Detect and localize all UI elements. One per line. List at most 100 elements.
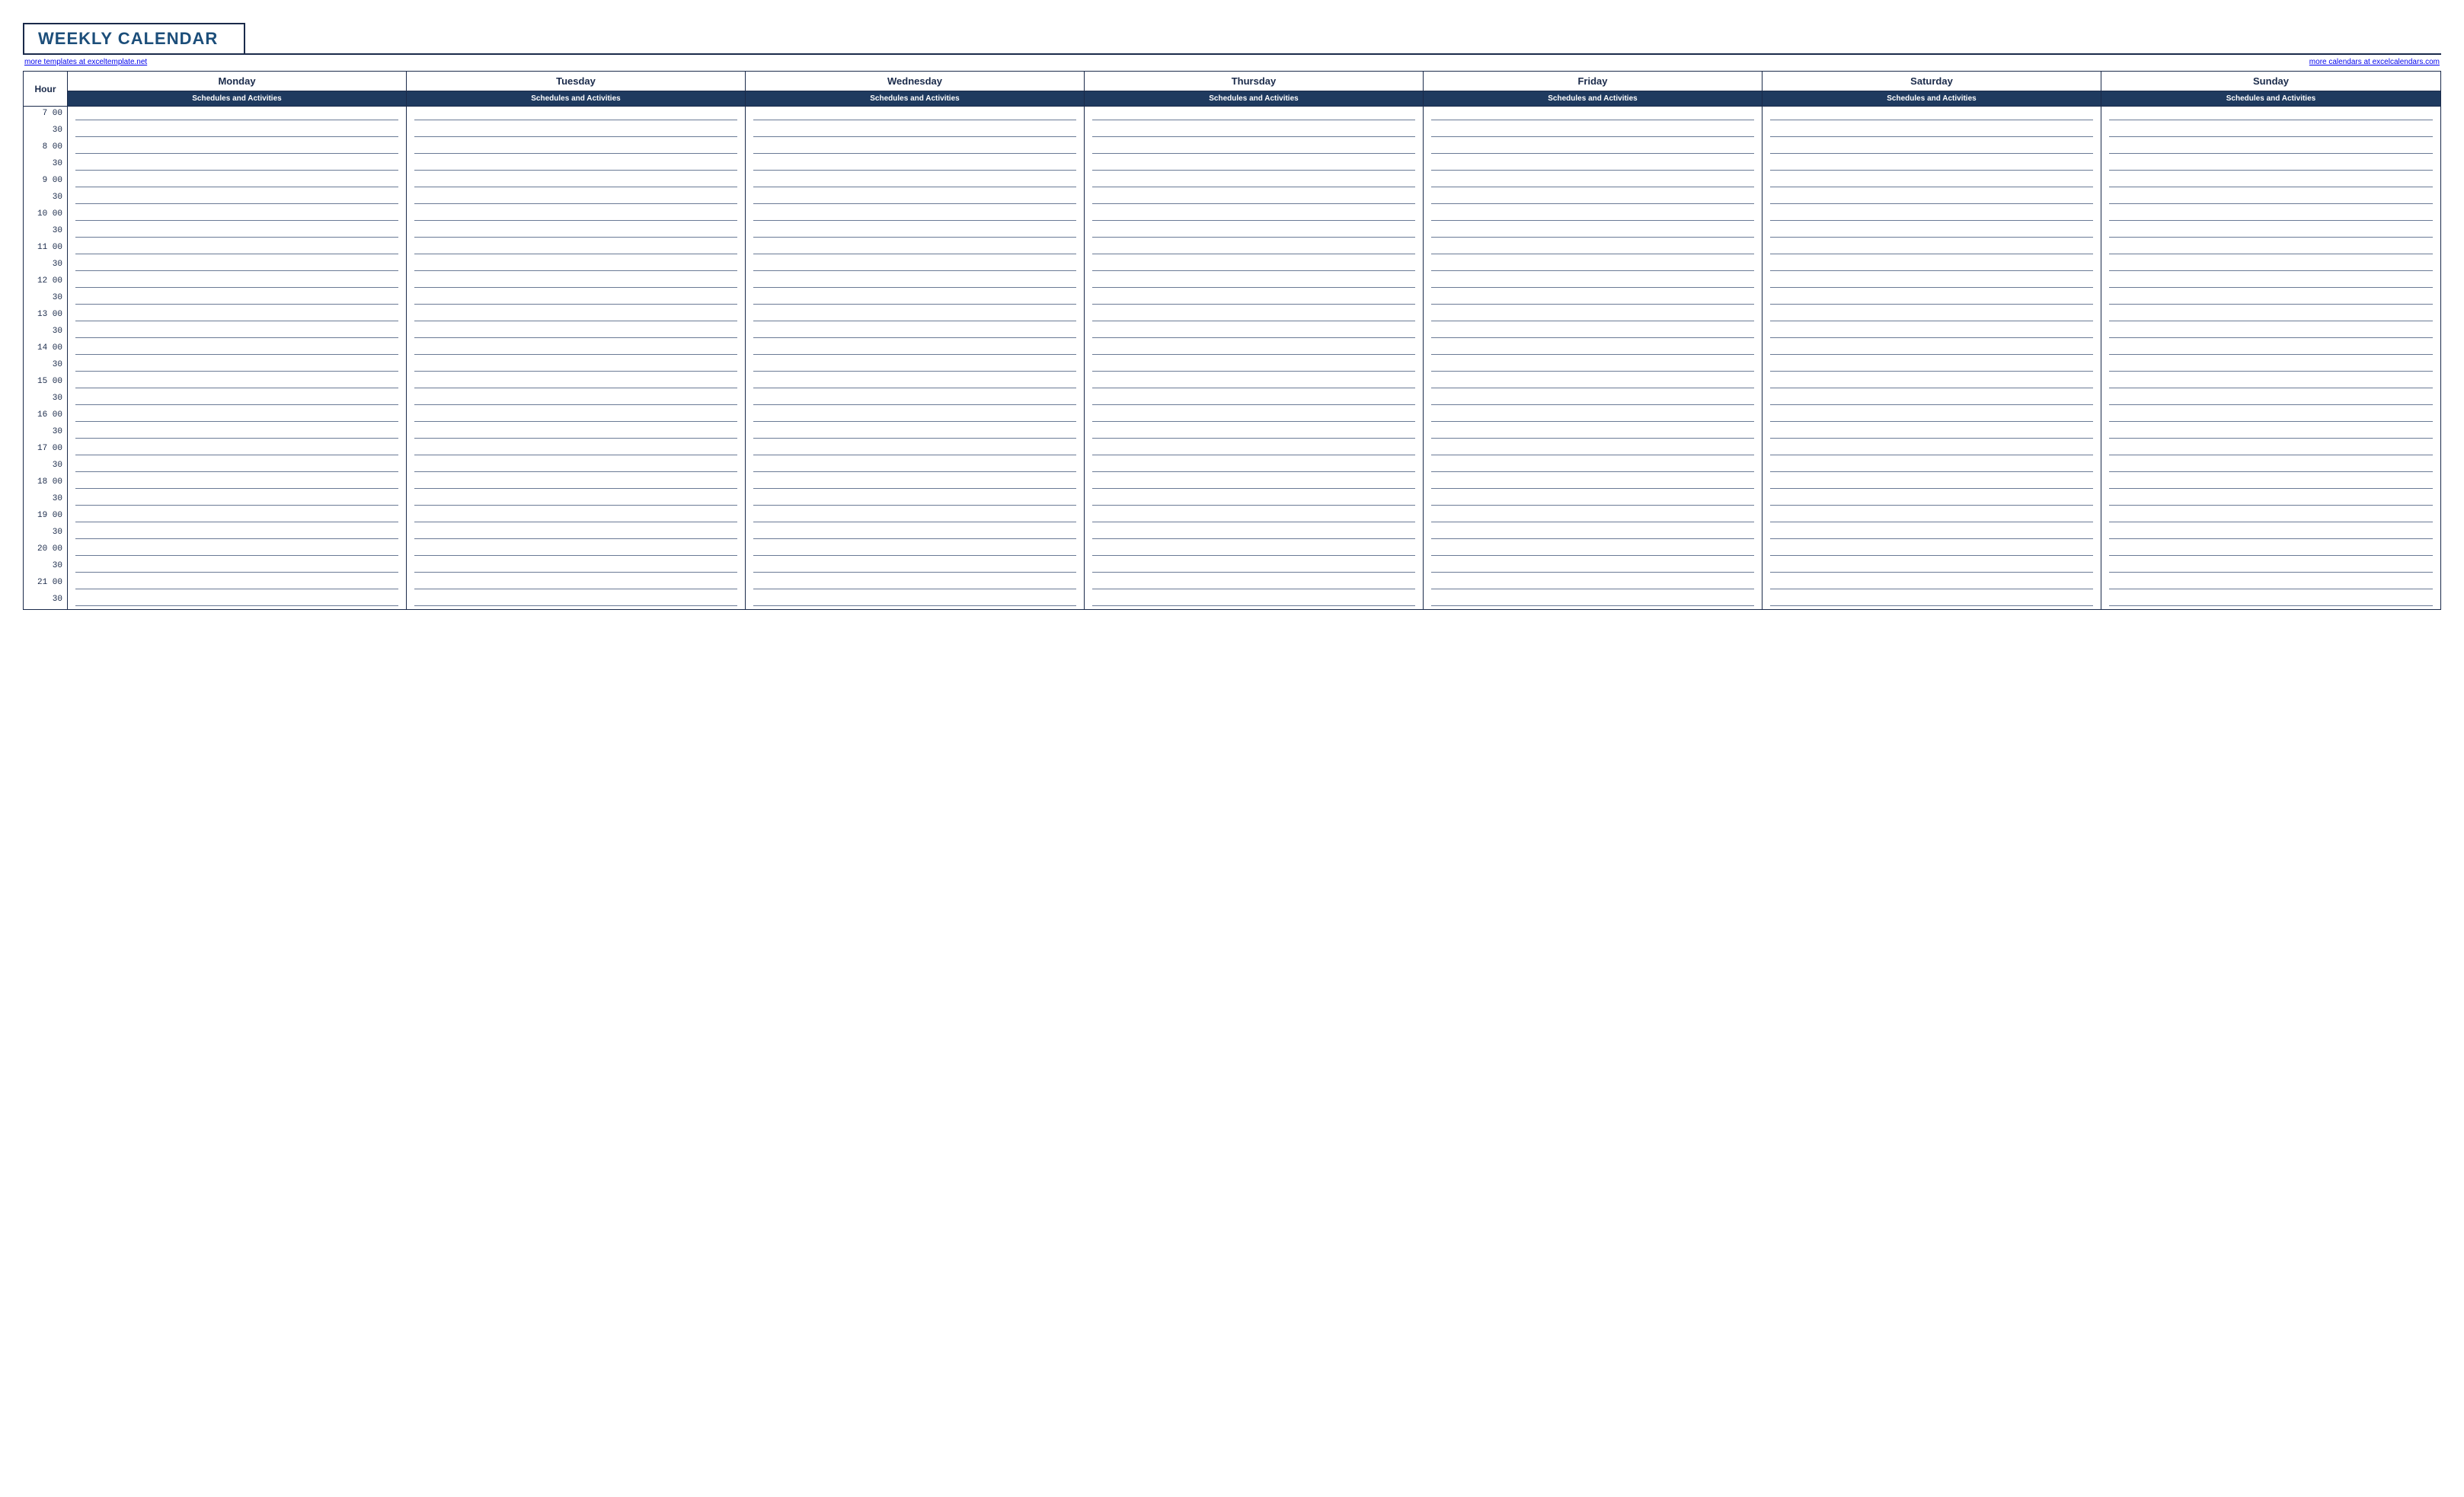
schedule-cell[interactable] — [1085, 107, 1424, 123]
schedule-cell[interactable] — [1424, 140, 1763, 157]
schedule-cell[interactable] — [1085, 509, 1424, 525]
schedule-cell[interactable] — [1424, 308, 1763, 324]
schedule-cell[interactable] — [407, 509, 746, 525]
schedule-cell[interactable] — [746, 576, 1085, 592]
schedule-cell[interactable] — [746, 123, 1085, 140]
schedule-cell[interactable] — [746, 475, 1085, 492]
schedule-cell[interactable] — [1763, 375, 2101, 391]
schedule-cell[interactable] — [1085, 190, 1424, 207]
schedule-cell[interactable] — [407, 174, 746, 190]
schedule-cell[interactable] — [1085, 408, 1424, 425]
schedule-cell[interactable] — [2101, 224, 2440, 241]
schedule-cell[interactable] — [407, 190, 746, 207]
schedule-cell[interactable] — [746, 241, 1085, 257]
schedule-cell[interactable] — [2101, 274, 2440, 291]
schedule-cell[interactable] — [1424, 358, 1763, 375]
schedule-cell[interactable] — [68, 140, 407, 157]
schedule-cell[interactable] — [1424, 542, 1763, 559]
schedule-cell[interactable] — [1085, 492, 1424, 509]
schedule-cell[interactable] — [407, 241, 746, 257]
schedule-cell[interactable] — [1424, 425, 1763, 442]
schedule-cell[interactable] — [1424, 442, 1763, 458]
schedule-cell[interactable] — [407, 576, 746, 592]
schedule-cell[interactable] — [746, 425, 1085, 442]
calendars-link[interactable]: more calendars at excelcalendars.com — [2309, 58, 2440, 66]
schedule-cell[interactable] — [1763, 308, 2101, 324]
schedule-cell[interactable] — [2101, 525, 2440, 542]
schedule-cell[interactable] — [1085, 425, 1424, 442]
schedule-cell[interactable] — [746, 341, 1085, 358]
schedule-cell[interactable] — [1424, 291, 1763, 308]
schedule-cell[interactable] — [1085, 542, 1424, 559]
schedule-cell[interactable] — [68, 241, 407, 257]
schedule-cell[interactable] — [68, 257, 407, 274]
schedule-cell[interactable] — [746, 174, 1085, 190]
schedule-cell[interactable] — [1085, 308, 1424, 324]
schedule-cell[interactable] — [1085, 174, 1424, 190]
schedule-cell[interactable] — [68, 391, 407, 408]
schedule-cell[interactable] — [1424, 525, 1763, 542]
schedule-cell[interactable] — [1763, 241, 2101, 257]
schedule-cell[interactable] — [1424, 257, 1763, 274]
schedule-cell[interactable] — [2101, 492, 2440, 509]
schedule-cell[interactable] — [1763, 291, 2101, 308]
schedule-cell[interactable] — [407, 358, 746, 375]
schedule-cell[interactable] — [1763, 408, 2101, 425]
schedule-cell[interactable] — [1763, 509, 2101, 525]
schedule-cell[interactable] — [1085, 559, 1424, 576]
schedule-cell[interactable] — [2101, 123, 2440, 140]
schedule-cell[interactable] — [1763, 190, 2101, 207]
schedule-cell[interactable] — [2101, 559, 2440, 576]
schedule-cell[interactable] — [2101, 207, 2440, 224]
schedule-cell[interactable] — [1424, 408, 1763, 425]
schedule-cell[interactable] — [746, 291, 1085, 308]
schedule-cell[interactable] — [2101, 157, 2440, 174]
schedule-cell[interactable] — [68, 509, 407, 525]
schedule-cell[interactable] — [1085, 375, 1424, 391]
schedule-cell[interactable] — [1424, 375, 1763, 391]
schedule-cell[interactable] — [407, 475, 746, 492]
schedule-cell[interactable] — [68, 425, 407, 442]
schedule-cell[interactable] — [407, 425, 746, 442]
schedule-cell[interactable] — [1763, 207, 2101, 224]
schedule-cell[interactable] — [407, 308, 746, 324]
schedule-cell[interactable] — [1424, 157, 1763, 174]
schedule-cell[interactable] — [407, 408, 746, 425]
schedule-cell[interactable] — [2101, 425, 2440, 442]
schedule-cell[interactable] — [1763, 123, 2101, 140]
schedule-cell[interactable] — [2101, 576, 2440, 592]
schedule-cell[interactable] — [746, 592, 1085, 609]
schedule-cell[interactable] — [2101, 475, 2440, 492]
schedule-cell[interactable] — [1085, 140, 1424, 157]
schedule-cell[interactable] — [1085, 576, 1424, 592]
schedule-cell[interactable] — [1763, 458, 2101, 475]
schedule-cell[interactable] — [2101, 509, 2440, 525]
schedule-cell[interactable] — [407, 140, 746, 157]
schedule-cell[interactable] — [68, 525, 407, 542]
schedule-cell[interactable] — [1763, 592, 2101, 609]
schedule-cell[interactable] — [746, 492, 1085, 509]
schedule-cell[interactable] — [1424, 174, 1763, 190]
schedule-cell[interactable] — [746, 391, 1085, 408]
schedule-cell[interactable] — [1763, 576, 2101, 592]
schedule-cell[interactable] — [1085, 442, 1424, 458]
schedule-cell[interactable] — [68, 190, 407, 207]
schedule-cell[interactable] — [1424, 492, 1763, 509]
schedule-cell[interactable] — [1763, 274, 2101, 291]
schedule-cell[interactable] — [1085, 224, 1424, 241]
schedule-cell[interactable] — [68, 224, 407, 241]
schedule-cell[interactable] — [1085, 475, 1424, 492]
schedule-cell[interactable] — [68, 174, 407, 190]
schedule-cell[interactable] — [68, 107, 407, 123]
schedule-cell[interactable] — [746, 257, 1085, 274]
schedule-cell[interactable] — [68, 592, 407, 609]
schedule-cell[interactable] — [68, 123, 407, 140]
schedule-cell[interactable] — [407, 257, 746, 274]
schedule-cell[interactable] — [746, 458, 1085, 475]
schedule-cell[interactable] — [746, 442, 1085, 458]
schedule-cell[interactable] — [407, 274, 746, 291]
schedule-cell[interactable] — [2101, 308, 2440, 324]
schedule-cell[interactable] — [1763, 391, 2101, 408]
schedule-cell[interactable] — [2101, 592, 2440, 609]
schedule-cell[interactable] — [2101, 174, 2440, 190]
